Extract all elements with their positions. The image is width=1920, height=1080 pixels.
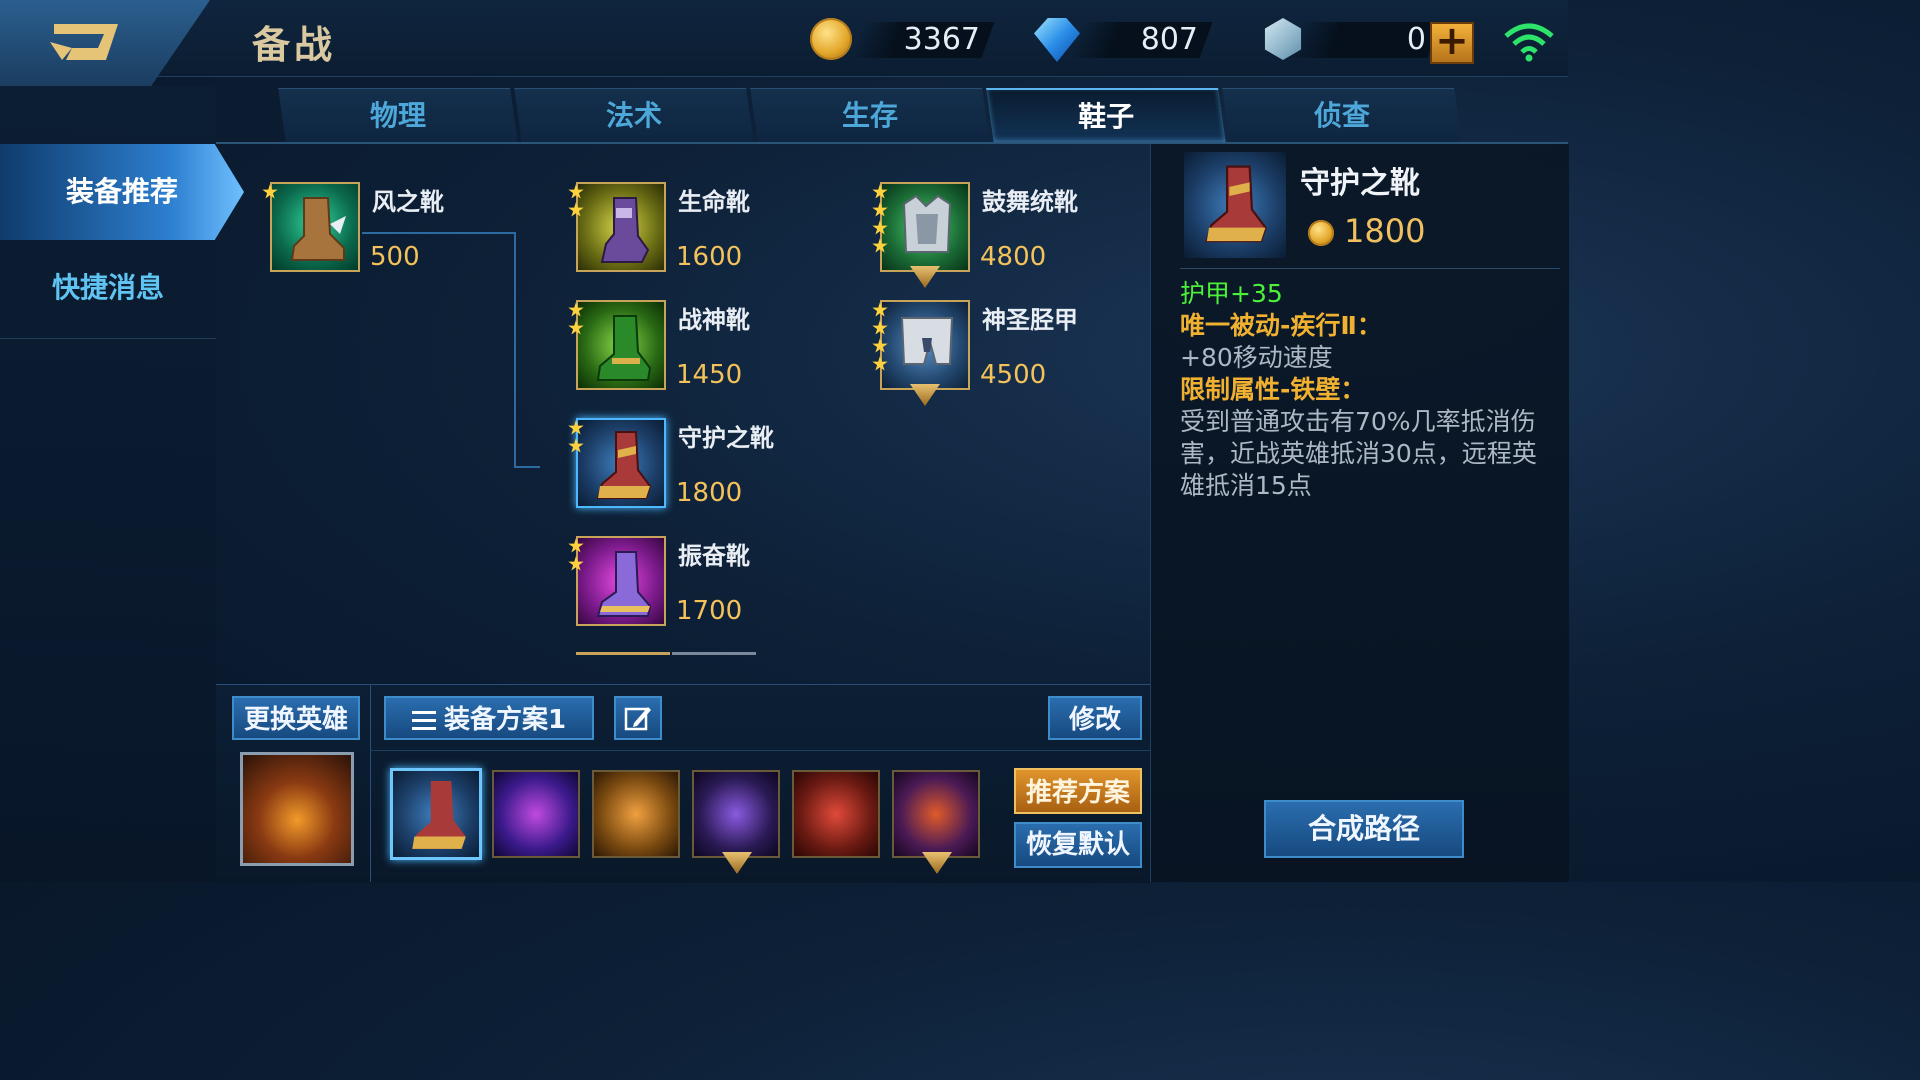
edit-icon bbox=[624, 707, 651, 731]
detail-passive2-title: 限制属性-铁壁： bbox=[1180, 375, 1366, 404]
detail-stat: 护甲+35 bbox=[1180, 279, 1283, 308]
item-guardian-boots[interactable]: 守护之靴 1800 bbox=[568, 418, 856, 514]
guardian-boots-icon bbox=[576, 418, 666, 508]
bottom-divider bbox=[370, 684, 371, 882]
item-vibrant-boots[interactable]: 振奋靴 1700 bbox=[568, 536, 856, 632]
hero-portrait[interactable] bbox=[240, 752, 354, 866]
tab-defense-label: 生存 bbox=[842, 99, 899, 132]
equipped-slot-6[interactable] bbox=[892, 770, 980, 858]
equipped-slot-4[interactable] bbox=[692, 770, 780, 858]
advanced-badge-icon bbox=[910, 384, 940, 406]
detail-item-price: 1800 bbox=[1344, 212, 1426, 250]
scheme-label: 装备方案1 bbox=[443, 705, 567, 735]
rating-stars bbox=[568, 302, 586, 338]
detail-divider bbox=[1180, 268, 1560, 269]
next-item-peek bbox=[576, 652, 670, 659]
item-life-boots[interactable]: 生命靴 1600 bbox=[568, 182, 856, 278]
item-price: 4800 bbox=[980, 242, 1047, 272]
nav-divider bbox=[0, 338, 216, 339]
back-arrow-icon bbox=[50, 24, 118, 60]
item-name: 生命靴 bbox=[678, 188, 750, 216]
gold-coin-icon bbox=[1308, 220, 1334, 246]
tab-physical[interactable]: 物理 bbox=[278, 88, 518, 143]
tab-scout[interactable]: 侦查 bbox=[1222, 88, 1462, 143]
item-wind-boots[interactable]: 风之靴 500 bbox=[262, 182, 550, 278]
next-item-label-peek bbox=[672, 652, 756, 659]
equipped-slot-5[interactable] bbox=[792, 770, 880, 858]
nav-quick-message[interactable]: 快捷消息 bbox=[0, 240, 216, 336]
item-name: 风之靴 bbox=[372, 188, 444, 216]
diamond-counter: 807 bbox=[1069, 18, 1213, 62]
item-name: 鼓舞统靴 bbox=[982, 188, 1078, 216]
equipment-scheme-button[interactable]: 装备方案1 bbox=[384, 696, 594, 740]
tab-boots-label: 鞋子 bbox=[1078, 100, 1135, 133]
equipped-slot-1[interactable] bbox=[390, 768, 482, 860]
item-war-boots[interactable]: 战神靴 1450 bbox=[568, 300, 856, 396]
tab-physical-label: 物理 bbox=[370, 99, 427, 132]
detail-passive1-text: +80移动速度 bbox=[1180, 343, 1333, 372]
recommend-scheme-button[interactable]: 推荐方案 bbox=[1014, 768, 1142, 814]
diamond-value: 807 bbox=[1140, 22, 1198, 57]
rating-stars bbox=[568, 184, 586, 220]
change-hero-button[interactable]: 更换英雄 bbox=[232, 696, 360, 740]
item-price: 500 bbox=[370, 242, 420, 272]
rating-stars bbox=[262, 184, 280, 202]
war-boots-icon bbox=[576, 300, 666, 390]
item-name: 神圣胫甲 bbox=[982, 306, 1078, 334]
rating-stars bbox=[568, 538, 586, 574]
gold-counter: 3367 bbox=[851, 18, 995, 62]
vibrant-boots-icon bbox=[576, 536, 666, 626]
token-value: 0 bbox=[1406, 22, 1426, 57]
rating-stars bbox=[568, 420, 586, 456]
item-price: 1450 bbox=[676, 360, 743, 390]
tab-defense[interactable]: 生存 bbox=[750, 88, 990, 143]
rating-stars bbox=[872, 302, 890, 374]
nav-equipment-recommend[interactable]: 装备推荐 bbox=[0, 144, 244, 240]
detail-passive1-title: 唯一被动-疾行Ⅱ： bbox=[1180, 311, 1382, 340]
item-holy-greaves[interactable]: 神圣胫甲 4500 bbox=[872, 300, 1160, 406]
list-icon bbox=[411, 710, 436, 731]
token-counter: 0 bbox=[1287, 18, 1441, 62]
detail-passive2-text: 受到普通攻击有70%几率抵消伤害，近战英雄抵消30点，远程英雄抵消15点 bbox=[1180, 407, 1537, 500]
item-name: 战神靴 bbox=[678, 306, 750, 334]
gold-value: 3367 bbox=[903, 22, 980, 57]
item-name: 守护之靴 bbox=[678, 424, 774, 452]
detail-item-icon bbox=[1184, 152, 1286, 258]
item-price: 1800 bbox=[676, 478, 743, 508]
page-title: 备战 bbox=[252, 23, 337, 67]
item-price: 1600 bbox=[676, 242, 743, 272]
equipped-slot-3[interactable] bbox=[592, 770, 680, 858]
item-price: 1700 bbox=[676, 596, 743, 626]
equipped-slot-2[interactable] bbox=[492, 770, 580, 858]
life-boots-icon bbox=[576, 182, 666, 272]
tab-magic-label: 法术 bbox=[606, 99, 663, 132]
add-currency-button[interactable]: + bbox=[1430, 21, 1474, 64]
wind-boots-icon bbox=[270, 182, 360, 272]
detail-description: 护甲+35 唯一被动-疾行Ⅱ： +80移动速度 限制属性-铁壁： 受到普通攻击有… bbox=[1180, 278, 1550, 502]
inspire-boots-icon bbox=[880, 182, 970, 272]
item-inspire-boots[interactable]: 鼓舞统靴 4800 bbox=[872, 182, 1160, 288]
detail-item-name: 守护之靴 bbox=[1300, 166, 1420, 201]
upgrade-connector-end bbox=[514, 466, 540, 468]
bottom-divider-h bbox=[370, 750, 1150, 751]
gold-coin-icon bbox=[810, 18, 852, 60]
advanced-badge-icon bbox=[910, 266, 940, 288]
item-price: 4500 bbox=[980, 360, 1047, 390]
item-name: 振奋靴 bbox=[678, 542, 750, 570]
tab-magic[interactable]: 法术 bbox=[514, 88, 754, 143]
craft-path-button[interactable]: 合成路径 bbox=[1264, 800, 1464, 858]
tab-scout-label: 侦查 bbox=[1314, 99, 1371, 132]
holy-greaves-icon bbox=[880, 300, 970, 390]
rating-stars bbox=[872, 184, 890, 256]
wifi-icon bbox=[1504, 23, 1554, 62]
modify-button[interactable]: 修改 bbox=[1048, 696, 1142, 740]
restore-default-button[interactable]: 恢复默认 bbox=[1014, 822, 1142, 868]
tab-boots[interactable]: 鞋子 bbox=[986, 88, 1226, 144]
edit-scheme-button[interactable] bbox=[614, 696, 662, 740]
